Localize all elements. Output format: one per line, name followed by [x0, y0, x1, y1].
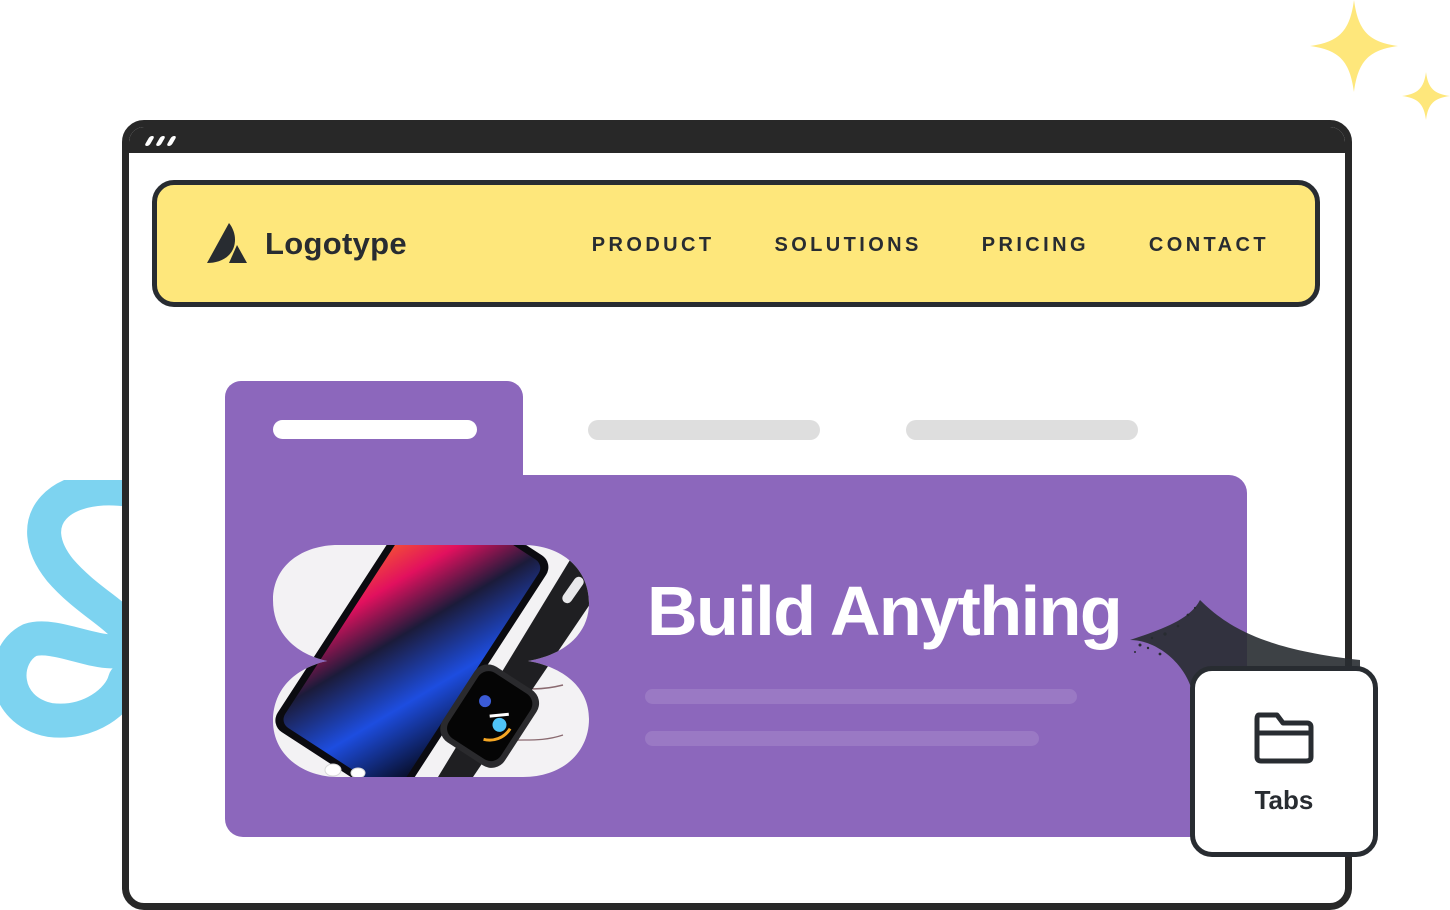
text-placeholder-line	[645, 689, 1077, 704]
sparkles-decoration	[1310, 0, 1450, 120]
hero-title: Build Anything	[647, 572, 1123, 650]
badge-label: Tabs	[1254, 785, 1314, 815]
tab-3-inactive[interactable]	[906, 420, 1138, 440]
logotype-mark-icon	[207, 223, 247, 263]
folder-icon	[1254, 712, 1314, 764]
window-dot-icon[interactable]	[166, 136, 177, 146]
site-navbar: Logotype PRODUCT SOLUTIONS PRICING CONTA…	[152, 180, 1320, 307]
logo-text: Logotype	[265, 226, 407, 261]
nav-link-contact[interactable]: CONTACT	[1149, 234, 1269, 257]
site-logo[interactable]: Logotype	[207, 223, 407, 265]
window-dot-icon[interactable]	[155, 136, 166, 146]
tab-2-inactive[interactable]	[588, 420, 820, 440]
tabs-feature-badge[interactable]: Tabs	[1190, 666, 1378, 857]
browser-window: Logotype PRODUCT SOLUTIONS PRICING CONTA…	[122, 120, 1352, 910]
sparkle-large-icon	[1310, 0, 1398, 92]
window-dot-icon[interactable]	[144, 136, 155, 146]
window-controls	[144, 136, 177, 146]
text-placeholder-line	[645, 731, 1039, 746]
nav-link-product[interactable]: PRODUCT	[592, 234, 715, 257]
sparkle-small-icon	[1402, 72, 1450, 120]
nav-links: PRODUCT SOLUTIONS PRICING CONTACT	[592, 234, 1269, 257]
tab-panel: Build Anything	[225, 475, 1247, 837]
window-titlebar	[129, 127, 1345, 153]
blue-squiggle-decoration	[0, 480, 140, 738]
hero-image	[273, 545, 589, 777]
nav-link-solutions[interactable]: SOLUTIONS	[774, 234, 921, 257]
nav-link-pricing[interactable]: PRICING	[982, 234, 1089, 257]
tab-1-label-placeholder	[273, 420, 477, 439]
